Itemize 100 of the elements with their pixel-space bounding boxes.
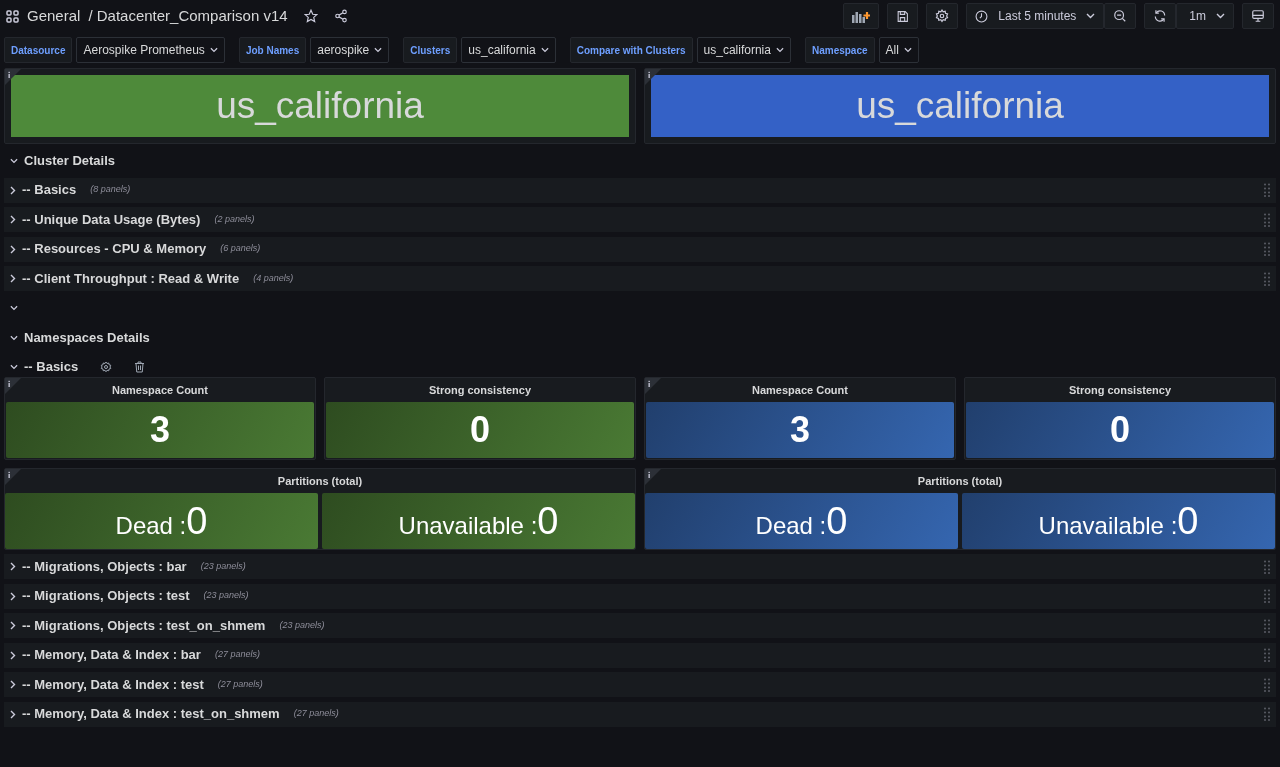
row-title[interactable]: -- Migrations, Objects : test_on_shmem: [22, 615, 266, 636]
chevron-right-icon[interactable]: [10, 680, 16, 689]
drag-handle-icon[interactable]: [1264, 707, 1270, 721]
variable-dropdown[interactable]: All: [878, 37, 919, 63]
row-title[interactable]: -- Basics: [24, 357, 79, 377]
panel-title: Partitions (total): [916, 473, 1004, 489]
chevron-down-icon[interactable]: [10, 305, 18, 311]
collapsed-row[interactable]: -- Memory, Data & Index : test_on_shmem (27 panels): [4, 701, 1276, 727]
add-panel-button[interactable]: [843, 3, 880, 29]
chevron-down-icon: [540, 47, 549, 53]
drag-handle-icon[interactable]: [1264, 677, 1270, 692]
refresh-icon: [1153, 9, 1168, 23]
stat-value: 0: [326, 402, 634, 458]
variable-label: Namespace: [804, 37, 875, 63]
collapsed-row[interactable]: -- Basics (8 panels): [4, 177, 1276, 203]
chevron-right-icon[interactable]: [10, 591, 16, 601]
row-title[interactable]: -- Resources - CPU & Memory: [22, 239, 207, 259]
panel-count: (27 panels): [214, 648, 260, 662]
drag-handle-icon[interactable]: [1264, 648, 1270, 662]
stat-value: 0: [537, 502, 559, 540]
row-title[interactable]: -- Migrations, Objects : test: [22, 586, 190, 606]
chevron-down-icon[interactable]: [10, 157, 18, 164]
info-corner-icon[interactable]: [5, 469, 21, 485]
collapsed-row[interactable]: -- Client Throughput : Read & Write (4 panels): [4, 266, 1276, 291]
collapsed-row[interactable]: -- Unique Data Usage (Bytes) (2 panels): [4, 207, 1276, 232]
collapsed-row[interactable]: -- Memory, Data & Index : bar (27 panels): [4, 642, 1276, 668]
stat-value: 0: [966, 402, 1274, 458]
panel-count: (27 panels): [293, 707, 339, 721]
view-mode-button[interactable]: [1242, 3, 1274, 29]
info-corner-icon[interactable]: [645, 469, 661, 485]
info-corner-icon[interactable]: [645, 69, 661, 85]
save-icon: [896, 9, 910, 23]
variable-dropdown[interactable]: aerospike: [310, 37, 390, 63]
save-button[interactable]: [887, 3, 919, 29]
chevron-right-icon[interactable]: [10, 274, 16, 283]
trash-icon[interactable]: [134, 361, 146, 373]
chevron-right-icon[interactable]: [10, 244, 16, 254]
refresh-interval-picker[interactable]: 1m: [1176, 3, 1234, 29]
chevron-down-icon: [209, 47, 218, 53]
collapsed-row[interactable]: -- Migrations, Objects : bar (23 panels): [4, 554, 1276, 579]
chevron-down-icon: [1216, 13, 1225, 19]
settings-icon: [935, 9, 950, 23]
row-title[interactable]: -- Client Throughput : Read & Write: [22, 268, 240, 289]
cluster-name-banner: us_california: [11, 75, 629, 137]
refresh-button[interactable]: [1144, 3, 1177, 29]
row-title[interactable]: -- Memory, Data & Index : bar: [22, 645, 201, 665]
chevron-down-icon[interactable]: [10, 364, 18, 370]
chevron-down-icon[interactable]: [10, 334, 18, 341]
chevron-right-icon[interactable]: [10, 185, 16, 195]
collapsed-row[interactable]: -- Memory, Data & Index : test (27 panels): [4, 672, 1276, 697]
bar-chart-plus-icon: [852, 9, 871, 23]
chevron-right-icon[interactable]: [10, 650, 16, 660]
settings-icon[interactable]: [100, 361, 113, 373]
variable-dropdown[interactable]: us_california: [696, 37, 791, 63]
drag-handle-icon[interactable]: [1264, 589, 1270, 603]
chevron-down-icon: [903, 47, 912, 53]
dashboards-grid-icon[interactable]: [6, 9, 19, 23]
drag-handle-icon[interactable]: [1264, 559, 1270, 574]
time-range-picker[interactable]: Last 5 minutes: [966, 3, 1105, 29]
info-corner-icon[interactable]: [645, 378, 661, 394]
panel-title: Namespace Count: [111, 382, 209, 398]
row-title[interactable]: -- Migrations, Objects : bar: [22, 556, 187, 577]
panel-count: (8 panels): [90, 183, 131, 197]
variable-dropdown[interactable]: us_california: [461, 37, 556, 63]
drag-handle-icon[interactable]: [1264, 212, 1270, 227]
panel-count: (23 panels): [200, 559, 246, 573]
monitor-icon: [1251, 9, 1265, 23]
row-title[interactable]: Cluster Details: [24, 150, 116, 171]
chevron-down-icon: [775, 47, 784, 53]
collapsed-row[interactable]: -- Migrations, Objects : test (23 panels): [4, 583, 1276, 609]
stat-label: Dead :: [115, 514, 187, 538]
share-icon[interactable]: [333, 9, 348, 23]
stat-label: Dead :: [755, 514, 827, 538]
row-title[interactable]: Namespaces Details: [24, 327, 150, 348]
chevron-right-icon[interactable]: [10, 215, 16, 224]
stat-value: 0: [1177, 502, 1199, 540]
breadcrumb-link[interactable]: General: [27, 4, 81, 28]
chevron-right-icon[interactable]: [10, 621, 16, 630]
stat-value: 0: [826, 502, 848, 540]
info-corner-icon[interactable]: [5, 69, 21, 85]
chevron-down-icon: [374, 47, 383, 53]
row-title[interactable]: -- Basics: [22, 180, 77, 200]
row-title[interactable]: -- Unique Data Usage (Bytes): [22, 209, 201, 230]
drag-handle-icon[interactable]: [1264, 242, 1270, 256]
info-corner-icon[interactable]: [5, 378, 21, 394]
star-icon[interactable]: [303, 9, 318, 23]
drag-handle-icon[interactable]: [1264, 618, 1270, 633]
stat-label: Unavailable :: [398, 514, 538, 538]
collapsed-row[interactable]: -- Migrations, Objects : test_on_shmem (23 panels): [4, 613, 1276, 638]
chevron-right-icon[interactable]: [10, 709, 16, 719]
row-title[interactable]: -- Memory, Data & Index : test: [22, 674, 204, 695]
settings-button[interactable]: [926, 3, 959, 29]
collapsed-row[interactable]: -- Resources - CPU & Memory (6 panels): [4, 236, 1276, 262]
variable-dropdown[interactable]: Aerospike Prometheus: [76, 37, 225, 63]
drag-handle-icon[interactable]: [1264, 183, 1270, 197]
panel-title: Strong consistency: [1067, 382, 1173, 398]
zoom-out-button[interactable]: [1104, 3, 1137, 29]
chevron-right-icon[interactable]: [10, 562, 16, 571]
row-title[interactable]: -- Memory, Data & Index : test_on_shmem: [22, 704, 280, 724]
drag-handle-icon[interactable]: [1264, 271, 1270, 286]
